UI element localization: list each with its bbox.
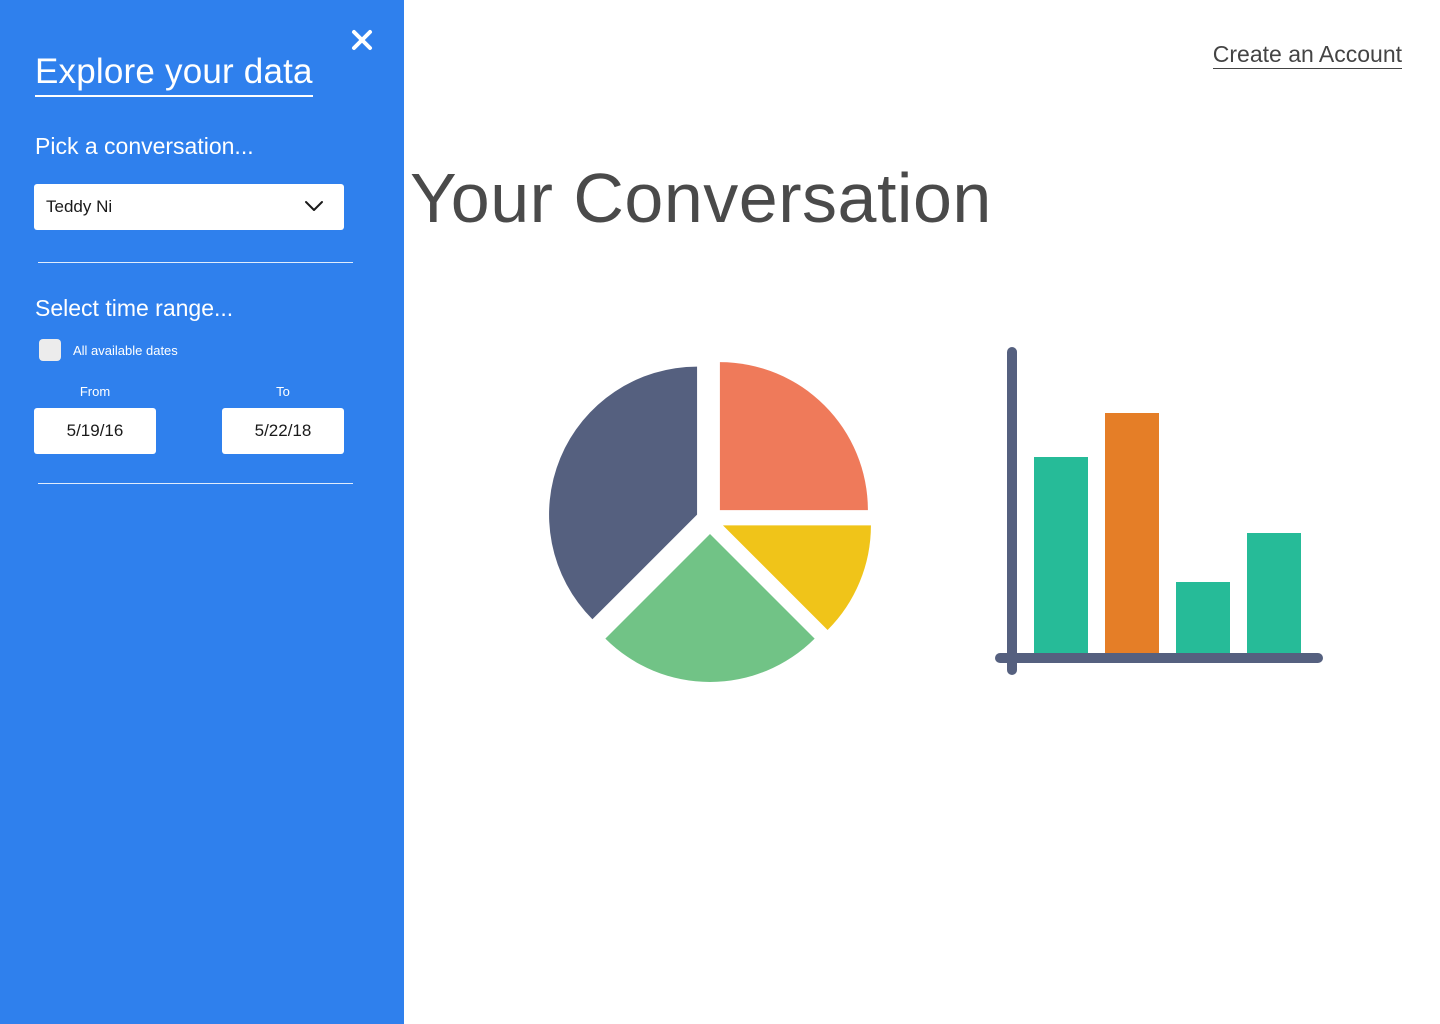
chevron-down-icon <box>305 201 323 211</box>
create-account-link[interactable]: Create an Account <box>1212 40 1402 69</box>
bar-1 <box>1034 457 1088 657</box>
conversation-label: Pick a conversation... <box>35 133 254 159</box>
sidebar-title: Explore your data <box>35 50 313 97</box>
pie-chart-illustration <box>549 362 871 682</box>
section-divider <box>38 262 353 263</box>
bar-4 <box>1247 533 1301 657</box>
page: Explore your data Pick a conversation...… <box>0 0 1440 1024</box>
close-icon <box>352 30 372 50</box>
pie-slice-coral <box>719 362 868 511</box>
bar-3 <box>1176 582 1230 657</box>
bar-chart-illustration <box>995 347 1323 675</box>
conversation-select-value: Teddy Ni <box>46 197 113 216</box>
all-dates-checkbox[interactable] <box>39 339 61 361</box>
conversation-select[interactable]: Teddy Ni <box>34 184 344 230</box>
page-title: Your Conversation <box>410 159 992 237</box>
to-label: To <box>276 384 290 399</box>
section-divider <box>38 483 353 484</box>
sidebar-panel: Explore your data Pick a conversation...… <box>0 0 404 1024</box>
time-range-label: Select time range... <box>35 295 234 321</box>
bar-2 <box>1105 413 1159 657</box>
all-dates-label: All available dates <box>73 343 178 358</box>
from-label: From <box>79 384 111 399</box>
close-button[interactable] <box>348 26 376 54</box>
to-date-input[interactable]: 5/22/18 <box>222 408 344 454</box>
from-date-input[interactable]: 5/19/16 <box>34 408 156 454</box>
